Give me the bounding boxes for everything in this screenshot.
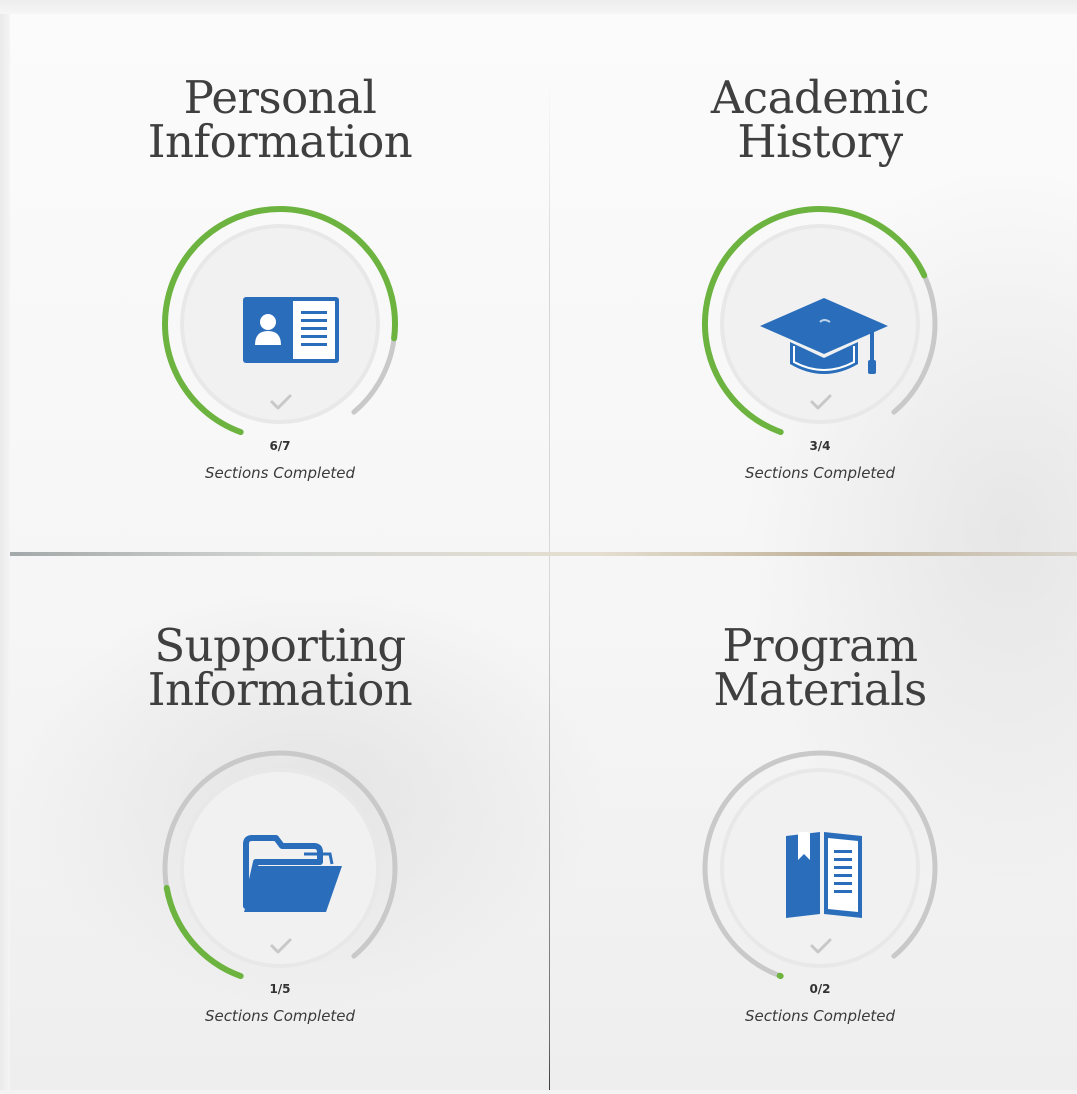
- card-title-line2: Materials: [550, 668, 1077, 712]
- card-title: Academic History: [550, 76, 1077, 164]
- progress-count: 1/5: [10, 982, 550, 996]
- card-title-line1: Academic: [550, 76, 1077, 120]
- id-card-icon: [243, 297, 339, 363]
- card-title-line1: Personal: [10, 76, 550, 120]
- progress-count: 6/7: [10, 439, 550, 453]
- progress-ring: [700, 204, 940, 444]
- progress-label: Sections Completed: [550, 464, 1077, 482]
- card-title-line2: Information: [10, 120, 550, 164]
- section-grid: Personal Information 6/7 Sections Comple…: [10, 14, 1077, 1090]
- card-title-line2: History: [550, 120, 1077, 164]
- progress-ring: [700, 748, 940, 988]
- progress-ring: [160, 748, 400, 988]
- card-personal-information[interactable]: Personal Information 6/7 Sections Comple…: [10, 14, 550, 552]
- card-title-line2: Information: [10, 668, 550, 712]
- progress-label: Sections Completed: [10, 1007, 550, 1025]
- left-edge: [0, 14, 10, 1090]
- top-bar: [0, 0, 1077, 14]
- card-title: Personal Information: [10, 76, 550, 164]
- card-program-materials[interactable]: Program Materials 0/2 Sections Complete: [550, 556, 1077, 1094]
- card-title-line1: Program: [550, 624, 1077, 668]
- card-title: Program Materials: [550, 624, 1077, 712]
- progress-ring: [160, 204, 400, 444]
- card-title-line1: Supporting: [10, 624, 550, 668]
- book-icon: [786, 832, 862, 918]
- progress-label: Sections Completed: [550, 1007, 1077, 1025]
- card-academic-history[interactable]: Academic History 3/4 Sections Completed: [550, 14, 1077, 552]
- progress-label: Sections Completed: [10, 464, 550, 482]
- progress-count: 3/4: [550, 439, 1077, 453]
- card-title: Supporting Information: [10, 624, 550, 712]
- progress-count: 0/2: [550, 982, 1077, 996]
- card-supporting-information[interactable]: Supporting Information 1/5 Sections Comp…: [10, 556, 550, 1094]
